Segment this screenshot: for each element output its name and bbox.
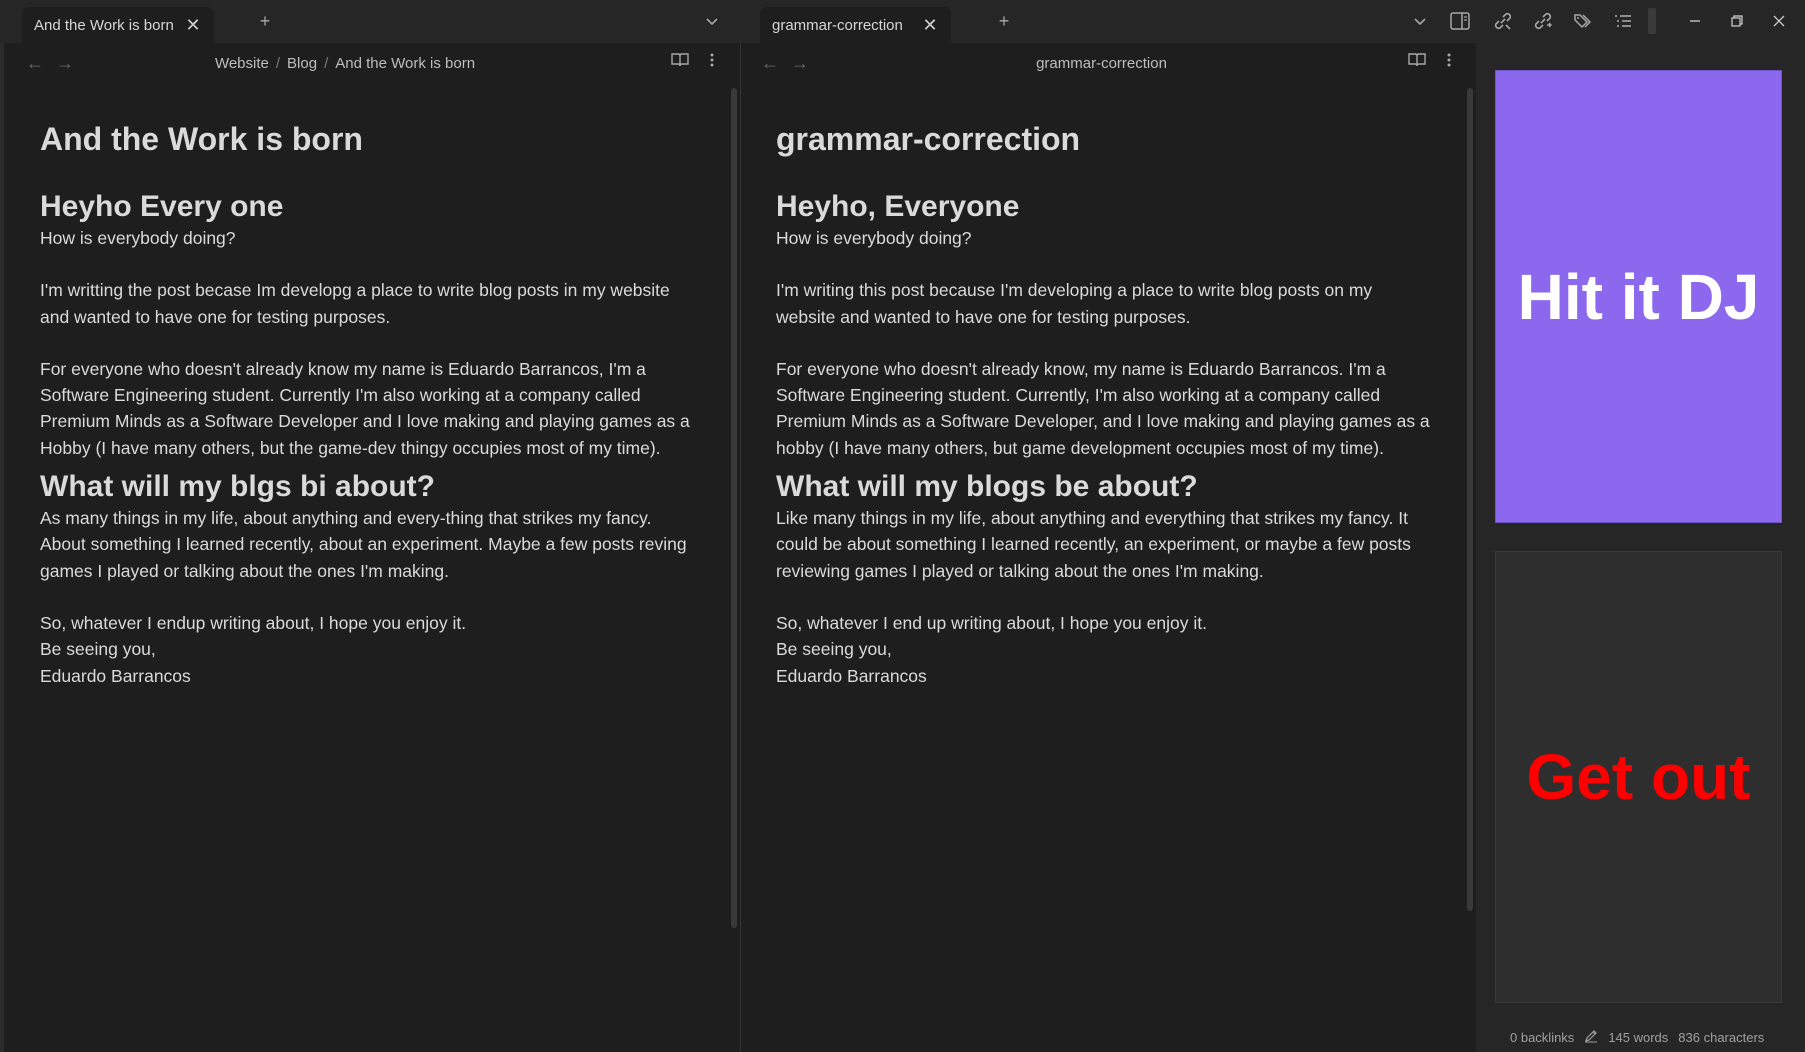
- right-pane-header: ← → grammar-correction: [741, 43, 1476, 83]
- tab-list-chevron-icon[interactable]: [1408, 9, 1432, 33]
- closing-line-1: So, whatever I endup writing about, I ho…: [40, 612, 467, 633]
- right-editor-pane: ← → grammar-correction grammar-correctio…: [740, 43, 1476, 1052]
- back-arrow-icon[interactable]: ←: [761, 53, 779, 74]
- breadcrumb-separator: /: [324, 54, 329, 72]
- sidebar-resize-handle[interactable]: [1648, 8, 1656, 34]
- back-arrow-icon[interactable]: ←: [26, 53, 44, 74]
- hit-it-dj-text: Hit it DJ: [1517, 260, 1760, 333]
- closing-line-3: Eduardo Barrancos: [40, 665, 191, 686]
- forward-arrow-icon[interactable]: →: [56, 53, 74, 74]
- left-editor-pane: ← → Website / Blog / And the Work is born An…: [0, 43, 740, 1052]
- scrollbar[interactable]: [1467, 88, 1473, 911]
- breadcrumb-current[interactable]: And the Work is born: [335, 55, 475, 72]
- closing-line-1: So, whatever I end up writing about, I h…: [776, 612, 1207, 633]
- get-out-text: Get out: [1526, 741, 1751, 813]
- closing-line-2: Be seeing you,: [40, 639, 156, 660]
- hit-it-dj-card[interactable]: Hit it DJ: [1495, 70, 1782, 523]
- paragraph-1: I'm writting the post becase Im developg…: [40, 280, 670, 327]
- paragraph-3: As many things in my life, about anythin…: [40, 508, 687, 581]
- close-window-icon[interactable]: [1767, 9, 1791, 33]
- close-tab-icon[interactable]: ✕: [921, 15, 939, 36]
- left-pane-header: ← → Website / Blog / And the Work is born: [4, 43, 740, 83]
- toggle-right-sidebar-icon[interactable]: [1448, 9, 1472, 33]
- left-note-content: And the Work is born Heyho Every one How…: [40, 83, 700, 689]
- character-count: 836 characters: [1678, 1030, 1765, 1045]
- intro-line: How is everybody doing?: [776, 228, 972, 248]
- pane-title[interactable]: grammar-correction: [1036, 55, 1167, 72]
- left-tab-bar: And the Work is born ✕ +: [0, 0, 740, 43]
- heading-heyho: Heyho, Everyone: [776, 190, 1020, 223]
- intro-line: How is everybody doing?: [40, 228, 236, 248]
- breadcrumb-blog[interactable]: Blog: [287, 55, 317, 72]
- more-options-icon[interactable]: [709, 52, 715, 73]
- forward-arrow-icon[interactable]: →: [791, 53, 809, 74]
- note-title: grammar-correction: [776, 121, 1081, 157]
- more-options-icon[interactable]: [1446, 52, 1452, 73]
- tags-icon[interactable]: [1571, 9, 1595, 33]
- close-tab-icon[interactable]: ✕: [184, 15, 202, 36]
- tab-and-the-work-is-born[interactable]: And the Work is born ✕: [22, 7, 214, 43]
- new-tab-button[interactable]: +: [253, 9, 277, 33]
- right-note-content: grammar-correction Heyho, Everyone How i…: [776, 83, 1436, 689]
- backlinks-count[interactable]: 0 backlinks: [1510, 1030, 1574, 1045]
- tab-label: grammar-correction: [772, 16, 903, 34]
- scrollbar[interactable]: [731, 88, 737, 928]
- right-sidebar: Hit it DJ Get out: [1476, 43, 1805, 1052]
- heading-heyho: Heyho Every one: [40, 190, 284, 223]
- paragraph-3: Like many things in my life, about anyth…: [776, 508, 1411, 581]
- tab-label: And the Work is born: [34, 16, 174, 34]
- right-tab-bar: grammar-correction ✕ +: [740, 0, 1805, 43]
- tab-list-chevron-icon[interactable]: [700, 9, 724, 33]
- outline-icon[interactable]: [1611, 9, 1635, 33]
- paragraph-2: For everyone who doesn't already know, m…: [776, 358, 1430, 458]
- tab-grammar-correction[interactable]: grammar-correction ✕: [760, 7, 951, 43]
- heading-blogs-about: What will my blogs be about?: [776, 470, 1198, 504]
- paragraph-1: I'm writing this post because I'm develo…: [776, 280, 1373, 327]
- breadcrumb-website[interactable]: Website: [215, 55, 269, 72]
- edit-pencil-icon[interactable]: [1584, 1029, 1598, 1046]
- breadcrumb-separator: /: [275, 54, 281, 72]
- outgoing-links-icon[interactable]: [1531, 9, 1555, 33]
- get-out-card[interactable]: Get out: [1495, 551, 1782, 1003]
- paragraph-2: For everyone who doesn't already know my…: [40, 358, 690, 458]
- closing-line-3: Eduardo Barrancos: [776, 665, 927, 686]
- closing-line-2: Be seeing you,: [776, 639, 892, 660]
- note-title: And the Work is born: [40, 121, 363, 157]
- word-count: 145 words: [1608, 1030, 1669, 1045]
- backlinks-icon[interactable]: [1491, 9, 1515, 33]
- heading-blogs-about: What will my blgs bi about?: [40, 470, 435, 504]
- status-bar: 0 backlinks 145 words 836 characters: [1500, 1023, 1805, 1052]
- reading-view-icon[interactable]: [1408, 52, 1426, 73]
- new-tab-button[interactable]: +: [992, 9, 1016, 33]
- breadcrumb: Website / Blog / And the Work is born: [215, 55, 475, 72]
- reading-view-icon[interactable]: [671, 52, 689, 73]
- restore-icon[interactable]: [1725, 9, 1749, 33]
- minimize-icon[interactable]: [1683, 9, 1707, 33]
